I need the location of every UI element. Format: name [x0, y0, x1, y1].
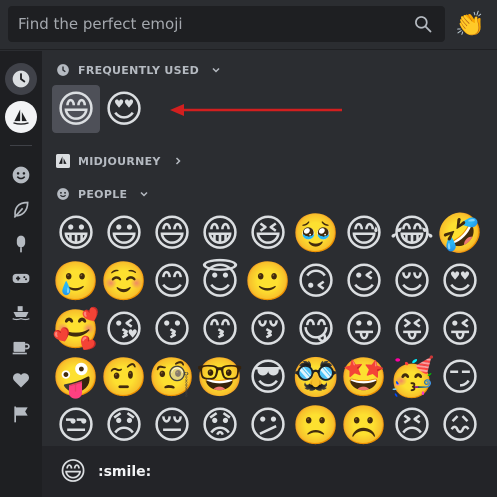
objects-category-button[interactable]: [5, 330, 37, 362]
emoji-button[interactable]: 😃: [100, 209, 148, 257]
smiley-icon: [12, 166, 30, 184]
chevron-right-icon[interactable]: [173, 156, 183, 166]
nature-category-button[interactable]: [5, 194, 37, 226]
emoji-button[interactable]: 😛: [340, 305, 388, 353]
emoji-button[interactable]: 😒: [52, 401, 100, 446]
midjourney-sailboat-icon: [13, 109, 29, 125]
section-header-people[interactable]: PEOPLE: [56, 185, 149, 203]
preview-emoji: 😄: [59, 456, 87, 487]
emoji-button[interactable]: 🤪: [52, 353, 100, 401]
midjourney-sailboat-icon: [56, 154, 70, 168]
emoji-button[interactable]: 😍: [100, 85, 148, 133]
emoji-button[interactable]: 🥳: [388, 353, 436, 401]
emoji-button[interactable]: 😀: [52, 209, 100, 257]
sidebar-divider: [10, 145, 32, 146]
emoji-button[interactable]: 😋: [292, 305, 340, 353]
emoji-button[interactable]: 🥹: [292, 209, 340, 257]
emoji-button[interactable]: 😔: [148, 401, 196, 446]
emoji-button[interactable]: 😇: [196, 257, 244, 305]
emoji-button[interactable]: 😅: [340, 209, 388, 257]
emoji-button[interactable]: 😆: [244, 209, 292, 257]
section-header-midjourney[interactable]: MIDJOURNEY: [56, 152, 183, 170]
smiley-icon: [56, 187, 70, 201]
heart-icon: [12, 373, 30, 388]
emoji-button[interactable]: 😄: [52, 85, 100, 133]
emoji-button[interactable]: 😍: [436, 257, 484, 305]
clock-icon: [56, 63, 70, 77]
people-category-button[interactable]: [5, 159, 37, 191]
emoji-list: FREQUENTLY USED 😄 😍 MIDJOURNEY PEOPLE 😀 😃 😄…: [42, 51, 497, 446]
emoji-button[interactable]: 🤓: [196, 353, 244, 401]
annotation-arrow-icon: [170, 104, 342, 116]
flags-category-button[interactable]: [5, 398, 37, 430]
emoji-button[interactable]: 🙃: [292, 257, 340, 305]
emoji-button[interactable]: 😖: [436, 401, 484, 446]
boat-icon: [12, 306, 30, 321]
gamepad-icon: [12, 273, 30, 283]
emoji-button[interactable]: 🙂: [244, 257, 292, 305]
emoji-button[interactable]: 😞: [100, 401, 148, 446]
preview-emoji-name: :smile:: [98, 463, 152, 480]
emoji-button[interactable]: 😝: [388, 305, 436, 353]
coffee-icon: [12, 341, 30, 355]
leaf-icon: [13, 201, 29, 219]
emoji-button[interactable]: 😊: [148, 257, 196, 305]
emoji-button[interactable]: 😜: [436, 305, 484, 353]
emoji-button[interactable]: 😉: [340, 257, 388, 305]
emoji-preview-footer: 😄 :smile:: [42, 446, 497, 497]
emoji-button[interactable]: ☺️: [100, 257, 148, 305]
random-emoji-button[interactable]: 👏: [454, 8, 486, 40]
emoji-button[interactable]: 😄: [148, 209, 196, 257]
travel-category-button[interactable]: [5, 296, 37, 328]
clock-icon: [12, 70, 30, 88]
food-category-button[interactable]: [5, 228, 37, 260]
emoji-button[interactable]: 🤩: [340, 353, 388, 401]
search-box[interactable]: [8, 6, 445, 42]
emoji-button[interactable]: 🥸: [292, 353, 340, 401]
emoji-button[interactable]: 😗: [148, 305, 196, 353]
emoji-button[interactable]: 😟: [196, 401, 244, 446]
search-input[interactable]: [8, 6, 408, 42]
emoji-button[interactable]: 😎: [244, 353, 292, 401]
popsicle-icon: [16, 235, 26, 253]
emoji-button[interactable]: 🧐: [148, 353, 196, 401]
chevron-down-icon[interactable]: [211, 65, 221, 75]
emoji-button[interactable]: 😙: [196, 305, 244, 353]
chevron-down-icon[interactable]: [139, 189, 149, 199]
emoji-button[interactable]: 😌: [388, 257, 436, 305]
midjourney-category-button[interactable]: [5, 101, 37, 133]
emoji-picker-header: 👏: [0, 0, 497, 50]
emoji-button[interactable]: 😕: [244, 401, 292, 446]
emoji-button[interactable]: 😘: [100, 305, 148, 353]
emoji-button[interactable]: 🤣: [436, 209, 484, 257]
emoji-button[interactable]: 😁: [196, 209, 244, 257]
emoji-button[interactable]: 😚: [244, 305, 292, 353]
emoji-button[interactable]: 🙁: [292, 401, 340, 446]
section-header-frequently-used[interactable]: FREQUENTLY USED: [56, 61, 221, 79]
emoji-button[interactable]: 🥲: [52, 257, 100, 305]
section-title: MIDJOURNEY: [78, 154, 161, 168]
category-sidebar: [0, 51, 42, 497]
activities-category-button[interactable]: [5, 262, 37, 294]
frequently-used-category-button[interactable]: [5, 63, 37, 95]
emoji-button[interactable]: ☹️: [340, 401, 388, 446]
section-title: PEOPLE: [78, 187, 128, 201]
symbols-category-button[interactable]: [5, 364, 37, 396]
emoji-button[interactable]: 🥰: [52, 305, 100, 353]
section-title: FREQUENTLY USED: [78, 63, 200, 77]
emoji-button[interactable]: 😂: [388, 209, 436, 257]
emoji-button[interactable]: 😣: [388, 401, 436, 446]
emoji-button[interactable]: 😏: [436, 353, 484, 401]
emoji-button[interactable]: 🤨: [100, 353, 148, 401]
search-icon[interactable]: [413, 14, 433, 34]
flag-icon: [14, 406, 28, 423]
